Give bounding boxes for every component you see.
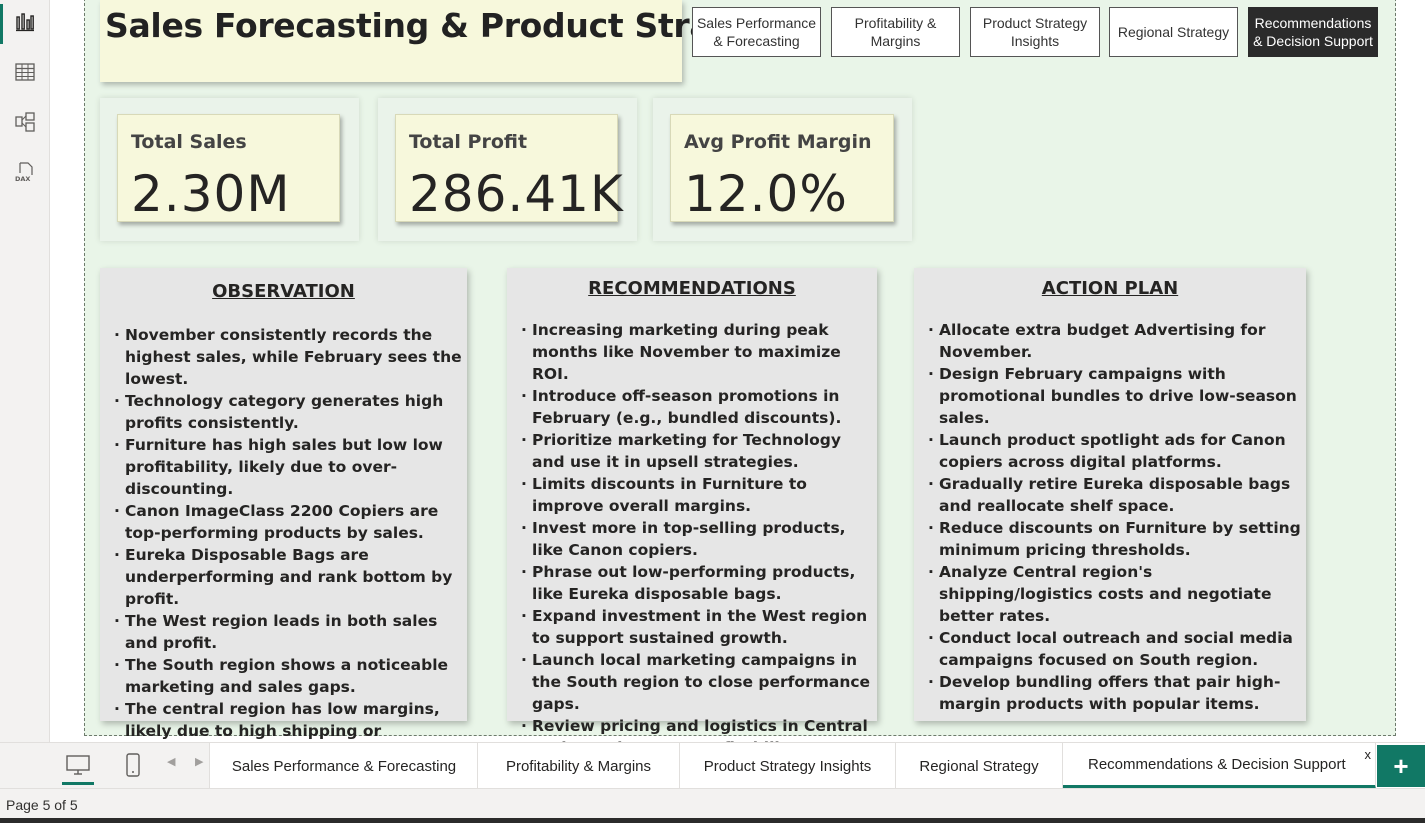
model-view-button[interactable] <box>0 100 50 144</box>
list-item: Invest more in top-selling products, lik… <box>521 517 873 561</box>
dax-query-icon: DAX <box>15 162 33 183</box>
model-view-icon <box>15 112 35 132</box>
add-page-button[interactable]: + <box>1377 745 1425 787</box>
tab-label: Recommendations & Decision Support <box>1088 755 1346 773</box>
list-item: The South region shows a noticeable mark… <box>114 654 462 698</box>
desktop-icon <box>66 755 90 775</box>
list-item: Design February campaigns with promotion… <box>928 363 1302 429</box>
recommendations-heading: RECOMMENDATIONS <box>588 278 796 299</box>
report-view-button[interactable] <box>0 0 50 44</box>
mobile-view-button[interactable] <box>117 749 149 781</box>
dax-query-button[interactable]: DAX <box>0 150 50 194</box>
view-rail: DAX <box>0 0 50 742</box>
list-item: Conduct local outreach and social media … <box>928 627 1302 671</box>
kpi-label: Total Profit <box>409 131 528 153</box>
kpi-label: Avg Profit Margin <box>684 131 872 153</box>
status-bar: Page 5 of 5 <box>0 788 1425 823</box>
kpi-value: 12.0% <box>684 165 848 223</box>
action-plan-card: ACTION PLAN Allocate extra budget Advert… <box>914 268 1306 721</box>
list-item: Canon ImageClass 2200 Copiers are top-pe… <box>114 500 462 544</box>
nav-button-regional-strategy[interactable]: Regional Strategy <box>1109 7 1238 57</box>
list-item: Furniture has high sales but low low pro… <box>114 434 462 500</box>
action-plan-heading: ACTION PLAN <box>1041 278 1179 299</box>
recommendations-list: Increasing marketing during peak months … <box>521 319 873 759</box>
desktop-view-button[interactable] <box>62 749 94 785</box>
list-item: Expand investment in the West region to … <box>521 605 873 649</box>
bottom-edge <box>0 818 1425 823</box>
kpi-card-inner: Total Profit 286.41K <box>395 114 623 223</box>
list-item: Phrase out low-performing products, like… <box>521 561 873 605</box>
list-item: Allocate extra budget Advertising for No… <box>928 319 1302 363</box>
observation-card: OBSERVATION November consistently record… <box>100 268 467 762</box>
page-tab-bar: ◀ ▶ Sales Performance & Forecasting Prof… <box>0 742 1425 789</box>
observation-list: November consistently records the highes… <box>114 324 462 764</box>
list-item: Analyze Central region's shipping/logist… <box>928 561 1302 627</box>
svg-text:DAX: DAX <box>15 175 30 183</box>
tab-regional-strategy[interactable]: Regional Strategy <box>896 743 1063 789</box>
kpi-card-inner: Total Sales 2.30M <box>117 114 340 223</box>
tab-label: Sales Performance & Forecasting <box>231 757 457 775</box>
tab-label: Profitability & Margins <box>505 757 652 775</box>
list-item: The West region leads in both sales and … <box>114 610 462 654</box>
nav-button-sales-performance[interactable]: Sales Performance & Forecasting <box>692 7 821 57</box>
kpi-card-total-sales: Total Sales 2.30M <box>100 98 359 241</box>
action-plan-list: Allocate extra budget Advertising for No… <box>928 319 1302 715</box>
tab-product-strategy[interactable]: Product Strategy Insights <box>680 743 896 789</box>
nav-button-recommendations[interactable]: Recommendations & Decision Support <box>1248 7 1378 57</box>
list-item: Technology category generates high profi… <box>114 390 462 434</box>
tab-recommendations[interactable]: Recommendations & Decision Support x <box>1063 743 1376 789</box>
report-canvas: Sales Forecasting & Product Strategy Sal… <box>51 0 1425 762</box>
list-item: Eureka Disposable Bags are underperformi… <box>114 544 462 610</box>
kpi-label: Total Sales <box>131 131 247 153</box>
observation-heading: OBSERVATION <box>212 281 355 302</box>
tab-profitability[interactable]: Profitability & Margins <box>478 743 680 789</box>
kpi-value: 286.41K <box>409 165 624 223</box>
nav-button-product-strategy[interactable]: Product Strategy Insights <box>970 7 1100 57</box>
close-tab-icon[interactable]: x <box>1365 747 1372 762</box>
list-item: Increasing marketing during peak months … <box>521 319 873 385</box>
view-toggle-zone: ◀ ▶ <box>0 743 210 789</box>
nav-button-profitability[interactable]: Profitability & Margins <box>831 7 960 57</box>
report-view-icon <box>16 13 34 32</box>
list-item: Limits discounts in Furniture to improve… <box>521 473 873 517</box>
report-title: Sales Forecasting & Product Strategy <box>105 6 794 45</box>
table-view-button[interactable] <box>0 50 50 94</box>
list-item: Prioritize marketing for Technology and … <box>521 429 873 473</box>
mobile-icon <box>126 753 140 777</box>
next-tab-arrow-icon[interactable]: ▶ <box>195 755 203 768</box>
tab-sales-performance[interactable]: Sales Performance & Forecasting <box>211 743 478 789</box>
table-view-icon <box>15 63 35 81</box>
list-item: Develop bundling offers that pair high-m… <box>928 671 1302 715</box>
previous-tab-arrow-icon[interactable]: ◀ <box>167 755 175 768</box>
kpi-card-inner: Avg Profit Margin 12.0% <box>670 114 894 223</box>
list-item: Launch product spotlight ads for Canon c… <box>928 429 1302 473</box>
list-item: Launch local marketing campaigns in the … <box>521 649 873 715</box>
list-item: Introduce off-season promotions in Febru… <box>521 385 873 429</box>
list-item: Gradually retire Eureka disposable bags … <box>928 473 1302 517</box>
kpi-card-avg-profit-margin: Avg Profit Margin 12.0% <box>653 98 912 241</box>
title-card: Sales Forecasting & Product Strategy <box>100 0 794 82</box>
page-indicator: Page 5 of 5 <box>6 797 78 813</box>
list-item: November consistently records the highes… <box>114 324 462 390</box>
kpi-card-total-profit: Total Profit 286.41K <box>378 98 637 241</box>
tab-label: Product Strategy Insights <box>703 757 872 775</box>
kpi-value: 2.30M <box>131 165 291 223</box>
list-item: Reduce discounts on Furniture by setting… <box>928 517 1302 561</box>
recommendations-card: RECOMMENDATIONS Increasing marketing dur… <box>507 268 877 757</box>
tab-label: Regional Strategy <box>919 757 1039 775</box>
